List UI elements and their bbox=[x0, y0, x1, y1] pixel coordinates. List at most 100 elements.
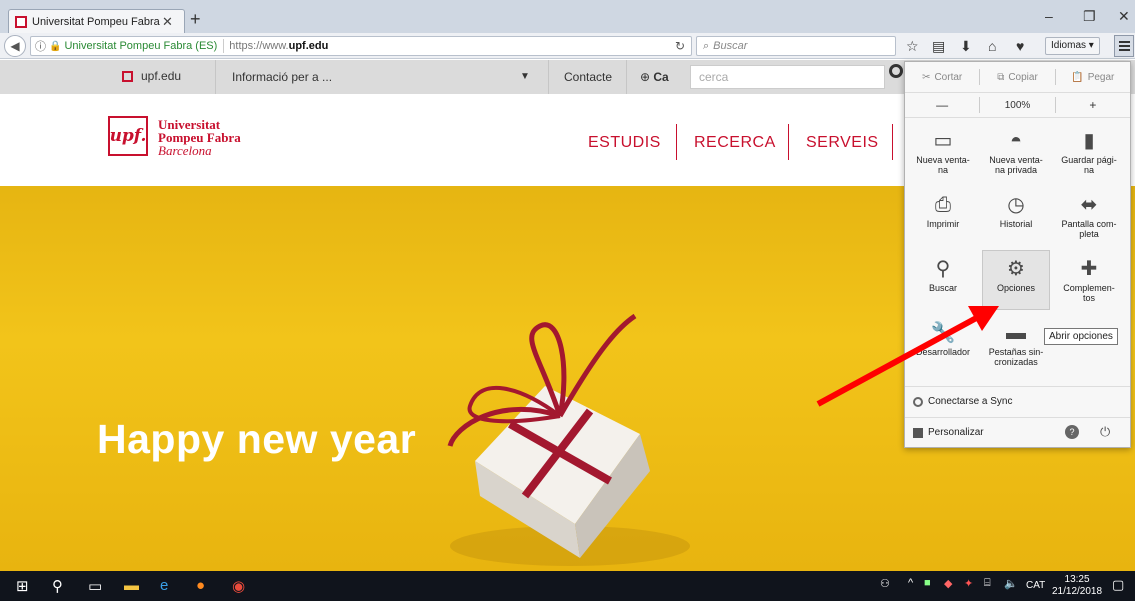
browser-nav-bar: ◀ ⓘ 🔒 Universitat Pompeu Fabra (ES) http… bbox=[0, 33, 1135, 59]
firefox-icon[interactable]: ● bbox=[196, 577, 205, 594]
home-icon[interactable]: ⌂ bbox=[988, 38, 996, 54]
tray-expand-icon[interactable]: ^ bbox=[908, 577, 913, 589]
sync-button[interactable]: Conectarse a Sync bbox=[905, 386, 1130, 416]
clock-date: 21/12/2018 bbox=[1052, 586, 1103, 597]
notifications-icon[interactable]: ▢ bbox=[1112, 577, 1124, 593]
customize-button[interactable]: Personalizar ? ⏻ bbox=[905, 417, 1130, 447]
browser-menu-panel: ✂ Cortar ⧉ Copiar 📋 Pegar — 100% + ▭ Nueva … bbox=[904, 61, 1131, 448]
info-dropdown[interactable]: Informació per a ... bbox=[232, 70, 332, 84]
input-language[interactable]: CAT bbox=[1026, 580, 1045, 591]
plus-square-icon bbox=[913, 427, 923, 438]
lock-icon[interactable]: 🔒 bbox=[49, 41, 61, 52]
windows-start-icon[interactable]: ⊞ bbox=[16, 577, 29, 595]
back-arrow-icon[interactable]: ◀ bbox=[4, 35, 26, 57]
site-search-placeholder: cerca bbox=[699, 70, 729, 84]
menu-item-synced-tabs[interactable]: ▬ Pestañas sin-cronizadas bbox=[982, 314, 1050, 374]
menu-item-label: Historial bbox=[999, 219, 1033, 229]
customize-label: Personalizar bbox=[928, 427, 984, 438]
tray-app-icon[interactable]: ■ bbox=[924, 577, 931, 589]
divider bbox=[215, 60, 216, 94]
hamburger-menu-icon[interactable] bbox=[1114, 35, 1134, 57]
upf-square-icon bbox=[122, 70, 133, 82]
people-icon[interactable]: ⚇ bbox=[880, 577, 890, 590]
tray-app-icon[interactable]: ✦ bbox=[964, 577, 973, 590]
menu-item-history[interactable]: ◷ Historial bbox=[982, 186, 1050, 246]
windows-taskbar: ⊞ ⚲ ▭ ▬ e ● ◉ ⚇ ^ ■ ◆ ✦ ⌸ 🔈 CAT 13:25 21… bbox=[0, 571, 1135, 601]
volume-icon[interactable]: 🔈 bbox=[1004, 577, 1018, 590]
menu-item-print[interactable]: ⎙ Imprimir bbox=[909, 186, 977, 246]
nav-estudis[interactable]: ESTUDIS bbox=[588, 134, 661, 152]
url-domain[interactable]: upf.edu bbox=[289, 40, 329, 52]
upf-home-link[interactable]: upf.edu bbox=[122, 69, 181, 83]
menu-item-label: Nueva venta-na bbox=[916, 155, 970, 175]
chrome-icon[interactable]: ◉ bbox=[232, 577, 245, 595]
sync-icon bbox=[913, 396, 923, 407]
chevron-down-icon[interactable]: ▼ bbox=[520, 71, 530, 82]
language-selector[interactable]: ⊕ Ca bbox=[640, 70, 669, 84]
search-icon: ⚲ bbox=[935, 258, 951, 280]
globe-icon: ⊕ bbox=[640, 70, 654, 84]
search-icon[interactable]: ⚲ bbox=[52, 577, 63, 595]
logo-abbr: upf. bbox=[109, 126, 147, 146]
nav-divider bbox=[788, 124, 789, 160]
browser-search-input[interactable]: ⌕ Buscar bbox=[696, 36, 896, 56]
browser-tab[interactable]: Universitat Pompeu Fabra ... ✕ bbox=[8, 9, 185, 33]
clock-time: 13:25 bbox=[1064, 574, 1090, 585]
paste-label: Pegar bbox=[1087, 71, 1115, 83]
nav-recerca[interactable]: RECERCA bbox=[694, 134, 776, 152]
info-icon[interactable]: ⓘ bbox=[35, 38, 46, 54]
bookmark-star-icon[interactable]: ☆ bbox=[906, 38, 919, 55]
menu-item-developer[interactable]: 🔧 Desarrollador bbox=[909, 314, 977, 374]
network-icon[interactable]: ⌸ bbox=[984, 577, 991, 590]
edge-icon[interactable]: e bbox=[160, 577, 168, 594]
task-view-icon[interactable]: ▭ bbox=[88, 577, 102, 595]
menu-item-fullscreen[interactable]: ⬌ Pantalla com-pleta bbox=[1055, 186, 1123, 246]
page-icon: ▮ bbox=[1083, 130, 1095, 152]
site-identity[interactable]: Universitat Pompeu Fabra (ES) bbox=[64, 40, 217, 52]
menu-item-label: Nueva venta-na privada bbox=[989, 155, 1043, 175]
bookmarks-list-icon[interactable]: ▤ bbox=[932, 38, 945, 55]
contact-link[interactable]: Contacte bbox=[564, 70, 612, 84]
hero-headline: Happy new year bbox=[97, 416, 417, 462]
cut-button[interactable]: ✂ Cortar bbox=[905, 72, 979, 83]
minimize-button[interactable]: – bbox=[1045, 8, 1053, 24]
menu-item-options[interactable]: ⚙ Opciones bbox=[982, 250, 1050, 310]
sync-label: Conectarse a Sync bbox=[928, 396, 1013, 407]
tab-close-icon[interactable]: ✕ bbox=[162, 14, 173, 30]
maximize-button[interactable]: ❐ bbox=[1083, 8, 1096, 25]
zoom-reset-button[interactable]: 100% bbox=[980, 100, 1054, 111]
help-icon[interactable]: ? bbox=[1065, 425, 1079, 439]
close-window-button[interactable]: ✕ bbox=[1118, 8, 1130, 25]
menu-item-label: Buscar bbox=[928, 283, 957, 293]
search-icon[interactable] bbox=[889, 64, 903, 78]
divider bbox=[548, 60, 549, 94]
menu-item-addons[interactable]: ✚ Complemen-tos bbox=[1055, 250, 1123, 310]
power-icon[interactable]: ⏻ bbox=[1100, 424, 1110, 440]
zoom-in-button[interactable]: + bbox=[1056, 98, 1130, 112]
menu-item-save-page[interactable]: ▮ Guardar pági-na bbox=[1055, 122, 1123, 182]
pocket-icon[interactable]: ♥ bbox=[1016, 38, 1024, 54]
tray-app-icon[interactable]: ◆ bbox=[944, 577, 952, 590]
idiomas-button[interactable]: Idiomas ▾ bbox=[1045, 37, 1100, 55]
reload-icon[interactable]: ↻ bbox=[675, 39, 685, 53]
paste-button[interactable]: 📋 Pegar bbox=[1056, 72, 1130, 83]
downloads-icon[interactable]: ⬇ bbox=[960, 38, 972, 55]
menu-item-find[interactable]: ⚲ Buscar bbox=[909, 250, 977, 310]
fullscreen-icon: ⬌ bbox=[1080, 194, 1098, 216]
site-search-input[interactable]: cerca bbox=[690, 65, 885, 89]
upf-logo[interactable]: upf. bbox=[108, 116, 148, 156]
divider bbox=[626, 60, 627, 94]
logo-wordmark[interactable]: Universitat Pompeu Fabra Barcelona bbox=[158, 118, 241, 157]
url-bar[interactable]: ⓘ 🔒 Universitat Pompeu Fabra (ES) https:… bbox=[30, 36, 692, 56]
zoom-out-button[interactable]: — bbox=[905, 98, 979, 112]
nav-serveis[interactable]: SERVEIS bbox=[806, 134, 879, 152]
menu-item-private-window[interactable]: ◓ Nueva venta-na privada bbox=[982, 122, 1050, 182]
menu-item-label: Opciones bbox=[996, 283, 1036, 293]
new-tab-button[interactable]: + bbox=[190, 9, 201, 30]
file-explorer-icon[interactable]: ▬ bbox=[124, 577, 139, 594]
puzzle-icon: ✚ bbox=[1080, 258, 1098, 280]
url-prefix[interactable]: https://www. bbox=[229, 40, 288, 52]
menu-item-new-window[interactable]: ▭ Nueva venta-na bbox=[909, 122, 977, 182]
system-clock[interactable]: 13:25 21/12/2018 bbox=[1052, 574, 1102, 598]
copy-button[interactable]: ⧉ Copiar bbox=[980, 72, 1054, 83]
